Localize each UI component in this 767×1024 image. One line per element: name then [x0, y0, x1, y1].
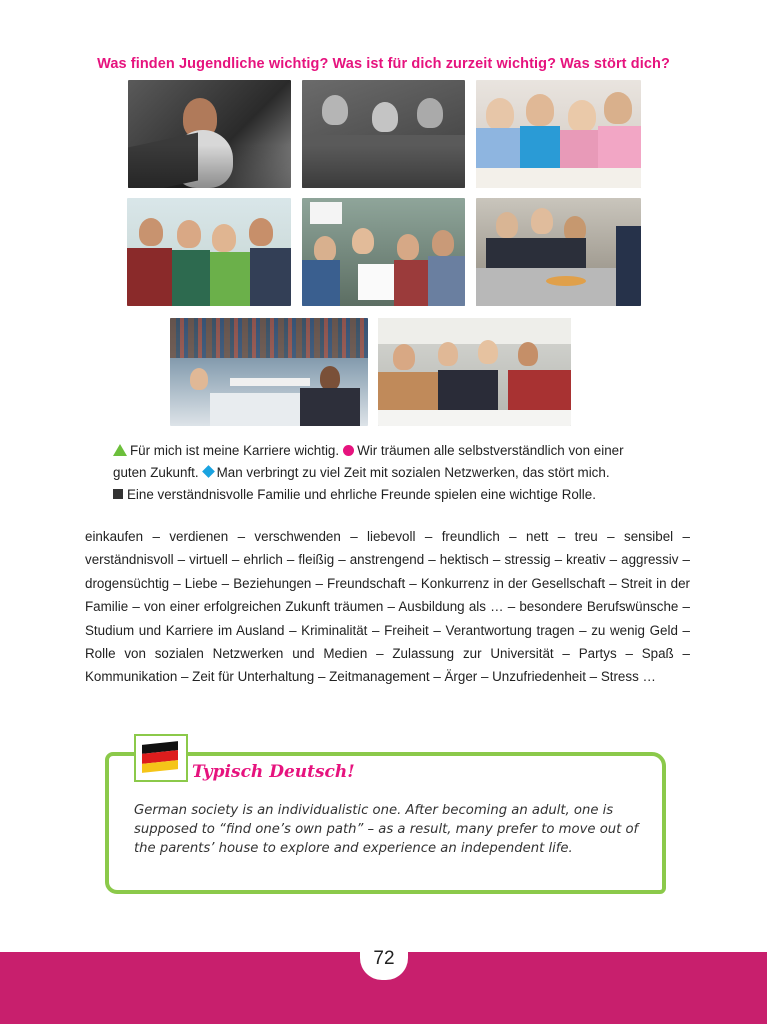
page-number: 72 [360, 940, 408, 980]
infobox-text: German society is an individualistic one… [134, 803, 639, 856]
german-flag-icon [142, 741, 178, 773]
photo-friends-bw [302, 80, 465, 188]
photo-library-computers [170, 318, 368, 426]
pink-circle-icon [343, 445, 355, 456]
example-statements: Für mich ist meine Karriere wichtig. Wir … [113, 440, 673, 506]
photo-classroom [378, 318, 571, 426]
black-square-icon [113, 489, 123, 499]
page-heading: Was finden Jugendliche wichtig? Was ist … [97, 56, 670, 72]
german-flag-card [134, 734, 188, 782]
photo-family-dinner [476, 80, 641, 188]
photo-young-man-laptop [128, 80, 291, 188]
photo-friends-sofa [127, 198, 291, 306]
blue-diamond-icon [201, 465, 215, 478]
photo-protest [302, 198, 465, 306]
statement-line-3: Eine verständnisvolle Familie und ehrlic… [113, 484, 673, 506]
photo-cafeteria [476, 198, 641, 306]
green-triangle-icon [113, 444, 127, 456]
infobox-title: Typisch Deutsch! [192, 762, 355, 782]
vocabulary-list: einkaufen – verdienen – verschwenden – l… [85, 529, 690, 685]
statement-line-2: guten Zukunft. Man verbringt zu viel Zeit… [113, 465, 610, 480]
statement-line-1: Für mich ist meine Karriere wichtig. Wir … [113, 440, 673, 462]
